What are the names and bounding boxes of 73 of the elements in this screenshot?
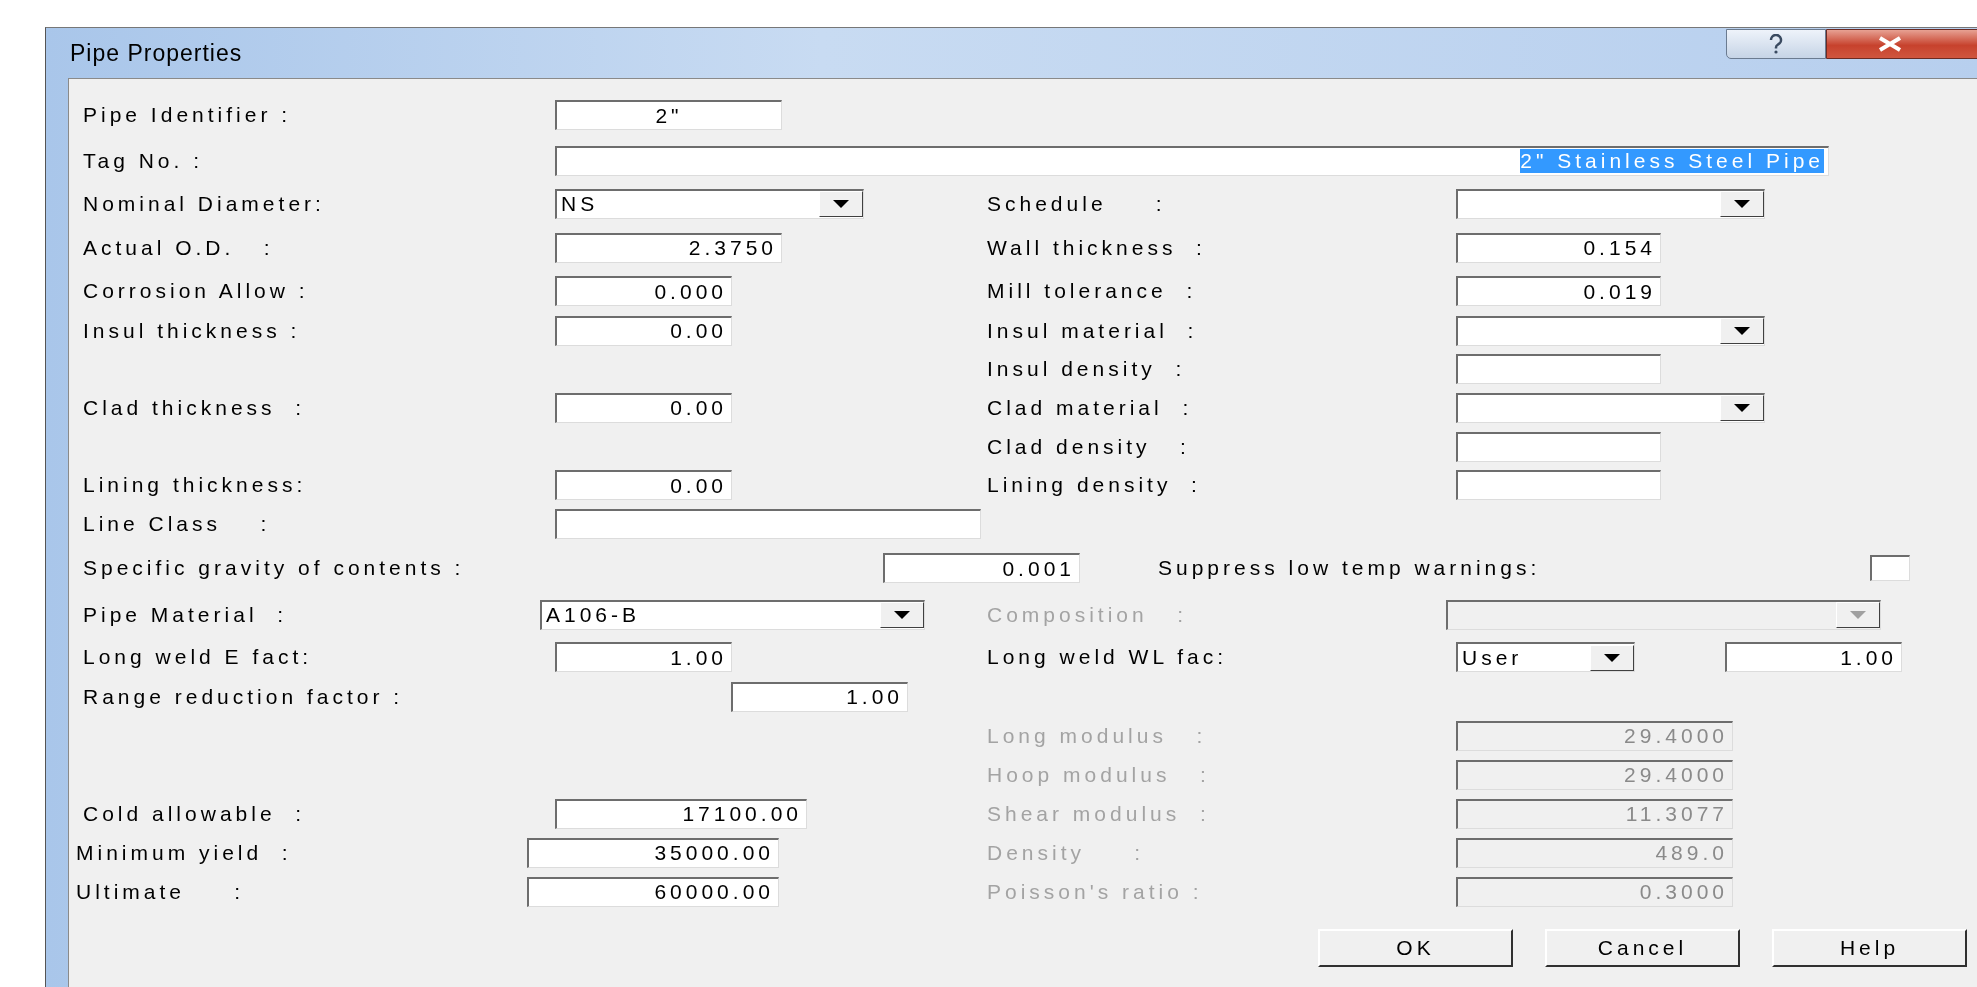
text-field[interactable] [1456,354,1661,384]
caret-icon [1849,610,1867,620]
dropdown-field[interactable] [1456,392,1765,423]
text-field[interactable]: 1.00 [731,681,908,712]
dialog-button[interactable]: OK [1318,929,1513,967]
field-label: Ultimate : [76,879,246,904]
field-label: Shear modulus : [987,801,1211,826]
field-label: Lining thickness: [83,473,308,497]
text-field[interactable] [555,509,981,539]
field-label: Composition : [987,602,1189,627]
field-label: Insul thickness : [83,318,302,343]
dialog-button[interactable]: Cancel [1545,929,1740,967]
field-label: Long weld WL fac: [987,645,1228,669]
close-icon [1877,36,1903,52]
dropdown-field[interactable]: NS [555,188,864,219]
text-field[interactable] [1456,470,1661,500]
field-label: Pipe Identifier : [83,103,293,127]
text-field[interactable]: 2" [555,100,782,130]
text-field[interactable]: 17100.00 [555,798,807,829]
text-field[interactable]: 1.00 [555,642,732,672]
field-label: Clad material : [987,395,1194,420]
field-label: Pipe Material : [83,602,289,627]
caret-icon [1733,326,1751,336]
field-label: Minimum yield : [76,840,293,865]
window-title: Pipe Properties [70,39,244,67]
text-field[interactable]: 60000.00 [527,876,779,907]
field-label: Lining density : [987,473,1202,497]
caret-icon [1733,199,1751,209]
field-label: Suppress low temp warnings: [1158,556,1542,580]
field-label: Specific gravity of contents : [83,556,466,580]
text-field[interactable]: 35000.00 [527,837,779,868]
dropdown-field[interactable] [1456,188,1765,219]
text-field[interactable] [1456,431,1661,462]
field-label: Actual O.D. : [83,235,275,260]
field-label: Long weld E fact: [83,645,314,669]
dropdown-field[interactable] [1456,315,1765,346]
field-label: Wall thickness : [987,235,1207,260]
field-label: Tag No. : [83,148,205,173]
field-label: Hoop modulus : [987,762,1211,787]
field-label: Insul density : [987,357,1187,381]
field-label: Line Class : [83,512,272,536]
field-label: Clad thickness : [83,395,307,420]
text-field[interactable]: 2.3750 [555,232,782,263]
text-field[interactable]: 0.00 [555,470,732,500]
text-field[interactable]: 1.00 [1725,642,1902,672]
caret-icon [1733,403,1751,413]
caret-icon [1603,652,1621,663]
field-label: Cold allowable : [83,801,307,826]
field-label: Density : [987,840,1146,865]
question-mark-icon [1767,34,1785,54]
caret-icon [832,199,850,209]
text-field[interactable]: 0.001 [883,553,1080,583]
field-label: Long modulus : [987,723,1208,748]
field-label: Clad density : [987,434,1191,459]
field-label: Mill tolerance : [987,279,1198,303]
caret-icon [893,610,911,620]
help-button[interactable] [1726,29,1826,59]
close-button[interactable] [1826,29,1977,59]
dialog-button[interactable]: Help [1772,929,1967,967]
text-field[interactable]: 0.154 [1456,232,1661,263]
text-field[interactable]: 0.000 [555,276,732,306]
field-label: Schedule : [987,191,1167,216]
checkbox[interactable] [1870,555,1910,581]
field-label: Range reduction factor : [83,684,405,709]
text-field[interactable]: 0.019 [1456,276,1661,306]
field-label: Corrosion Allow : [83,279,310,303]
dropdown-field[interactable]: User [1456,642,1635,672]
text-field[interactable]: 0.00 [555,315,732,346]
text-field[interactable]: 0.00 [555,392,732,423]
field-label: Nominal Diameter: [83,191,326,216]
field-label: Insul material : [987,318,1199,343]
field-label: Poisson's ratio : [987,879,1204,904]
dropdown-field[interactable]: A106-B [540,599,925,630]
